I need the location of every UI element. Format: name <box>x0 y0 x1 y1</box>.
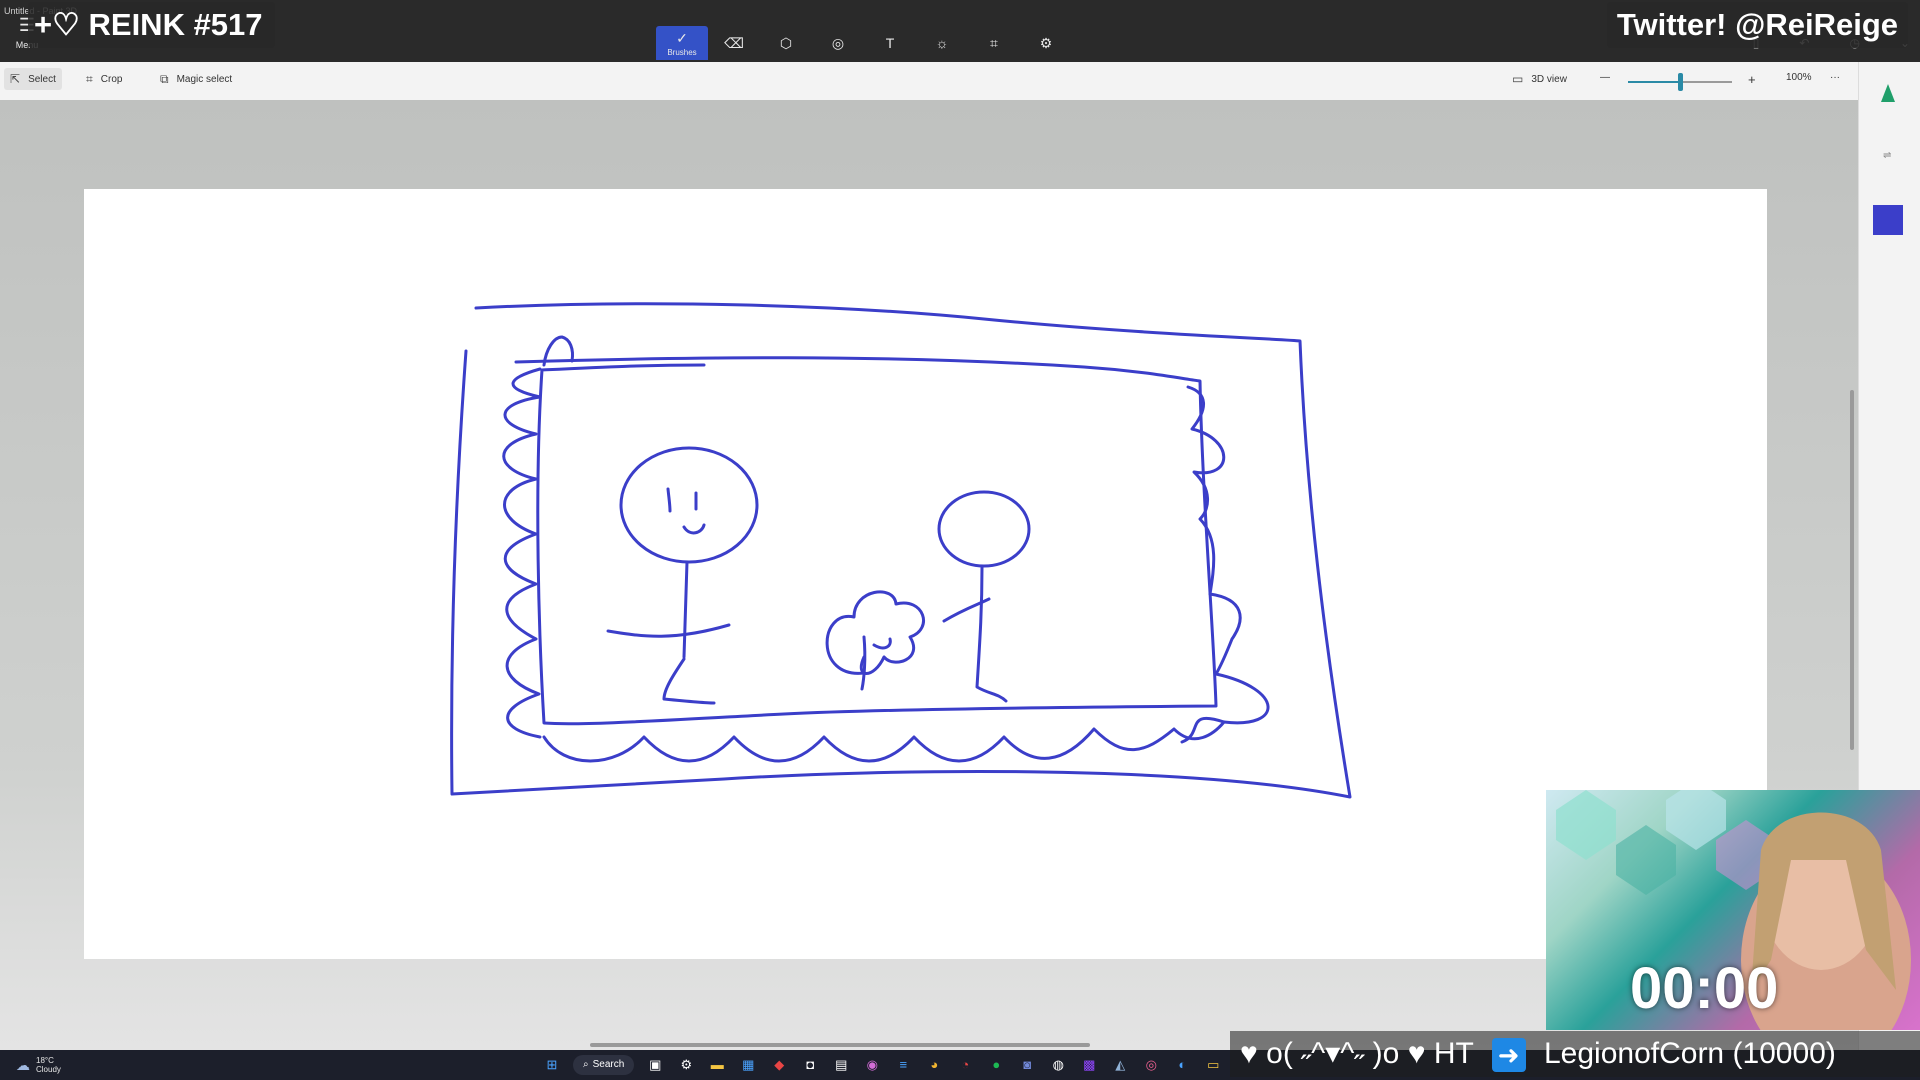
tab-stickers[interactable]: ◎ <box>812 26 864 60</box>
twitter-overlay: Twitter! @ReiReige <box>1606 2 1908 48</box>
figure-left-leg <box>662 657 716 705</box>
ticker-text: ♥ o( ˶^▾^˶ )o ♥ HT <box>1240 1037 1474 1070</box>
discord-icon[interactable]: ◙ <box>1017 1055 1037 1075</box>
taskbar-icons: ⊞ ⌕ Search ▣ ⚙ ▬ ▦ ◆ ◘ ▤ ◉ ≡ ◕ ◔ ● ◙ ◍ ▩… <box>542 1055 1223 1075</box>
select-toolbar: ⇱ Select ⌗ Crop ⧉ Magic select ▭ 3D view… <box>0 62 1858 101</box>
cloud-icon: ☁ <box>16 1056 30 1073</box>
windows-start-icon[interactable]: ⊞ <box>542 1055 562 1075</box>
3d-library-icon: ⚙ <box>1039 34 1053 51</box>
2d-shapes-icon: ⌫ <box>724 34 744 51</box>
magic-select-icon: ⧉ <box>160 72 169 86</box>
camera-icon[interactable]: ◘ <box>800 1055 820 1075</box>
tab-canvas[interactable]: ⌗ <box>968 26 1020 60</box>
cursor-icon: ⇱ <box>10 72 21 86</box>
weather-widget[interactable]: ☁ 18°C Cloudy <box>16 1056 61 1074</box>
magic-select-button[interactable]: ⧉ Magic select <box>160 72 232 87</box>
stream-timer: 00:00 <box>1630 956 1779 1021</box>
spotify-icon[interactable]: ● <box>986 1055 1006 1075</box>
settings-app-icon[interactable]: ⚙ <box>676 1055 696 1075</box>
3d-shapes-icon: ⬡ <box>779 34 793 51</box>
3d-view-icon: ▭ <box>1512 72 1524 86</box>
select-label: Select <box>28 73 56 85</box>
zoom-slider-fill <box>1628 81 1680 83</box>
zoom-in-button[interactable]: + <box>1748 72 1756 87</box>
chrome-icon[interactable]: ◕ <box>924 1055 944 1075</box>
paint3d-icon[interactable]: ◉ <box>862 1055 882 1075</box>
drawing-canvas[interactable] <box>84 189 1767 959</box>
drawing-svg <box>450 302 1352 799</box>
search-icon: ⌕ <box>583 1059 589 1070</box>
crop-icon: ⌗ <box>86 72 93 86</box>
tab-text[interactable]: T <box>864 26 916 60</box>
edge-icon[interactable]: ◐ <box>1172 1055 1192 1075</box>
magic-select-label: Magic select <box>176 74 233 85</box>
ticker-user: LegionofCorn (10000) <box>1543 1037 1836 1070</box>
figure-left-arms <box>606 623 731 638</box>
figure-left-head <box>619 446 759 564</box>
weather-text: 18°C Cloudy <box>36 1056 61 1074</box>
arrow-right-icon: ➜ <box>1491 1038 1526 1073</box>
search-label: Search <box>592 1059 625 1070</box>
weather-desc: Cloudy <box>36 1065 61 1074</box>
calculator-icon[interactable]: ▤ <box>831 1055 851 1075</box>
tool-tabs: ✓ Brushes ⌫ ⬡ ◎ T ☼ ⌗ ⚙ <box>656 26 1072 62</box>
figure-right-body <box>975 565 1008 703</box>
taskbar-search[interactable]: ⌕ Search <box>573 1055 635 1075</box>
zoom-level-label: 100% <box>1786 72 1812 83</box>
app-red-icon[interactable]: ◆ <box>769 1055 789 1075</box>
more-options-button[interactable]: ··· <box>1830 72 1840 83</box>
app-pink-icon[interactable]: ◎ <box>1141 1055 1161 1075</box>
tab-2d-shapes[interactable]: ⌫ <box>708 26 760 60</box>
figure-left-mouth <box>682 523 706 535</box>
stream-title-overlay: +♡ REINK #517 <box>28 2 275 48</box>
store-icon[interactable]: ▦ <box>738 1055 758 1075</box>
zoom-level[interactable]: 100% <box>1786 72 1812 83</box>
horizontal-scrollbar[interactable] <box>590 1043 1090 1047</box>
canvas-icon: ⌗ <box>990 34 998 51</box>
3d-view-button[interactable]: ▭ 3D view <box>1512 72 1567 86</box>
stickers-icon: ◎ <box>831 34 845 51</box>
zoom-slider-thumb[interactable] <box>1678 73 1683 91</box>
settings-icon[interactable]: ⇌ <box>1883 150 1891 161</box>
active-color-swatch[interactable] <box>1873 205 1903 235</box>
alert-ticker: ♥ o( ˶^▾^˶ )o ♥ HT ➜ LegionofCorn (10000… <box>1230 1031 1920 1077</box>
right-scallop-stroke <box>1180 385 1270 744</box>
figure-right-head <box>937 490 1031 568</box>
marker-icon[interactable] <box>1881 84 1895 102</box>
notepad-icon[interactable]: ≡ <box>893 1055 913 1075</box>
minus-icon: — <box>1600 72 1610 83</box>
weather-temp: 18°C <box>36 1056 54 1065</box>
flower-petals <box>825 590 925 675</box>
tab-effects[interactable]: ☼ <box>916 26 968 60</box>
plus-icon: + <box>1748 72 1756 87</box>
more-icon: ··· <box>1830 72 1840 83</box>
select-button[interactable]: ⇱ Select <box>4 68 62 90</box>
flower-center <box>872 637 892 650</box>
zoom-slider[interactable] <box>1628 73 1732 91</box>
vertical-scrollbar[interactable] <box>1850 390 1854 750</box>
bottom-scallop-stroke <box>542 720 1226 763</box>
tab-brushes[interactable]: ✓ Brushes <box>656 26 708 60</box>
crop-label: Crop <box>100 74 123 85</box>
folder-icon[interactable]: ▭ <box>1203 1055 1223 1075</box>
tab-label: Brushes <box>667 47 697 57</box>
text-icon: T <box>885 35 895 51</box>
tab-3d-shapes[interactable]: ⬡ <box>760 26 812 60</box>
effects-icon: ☼ <box>935 35 949 51</box>
task-view-icon[interactable]: ▣ <box>645 1055 665 1075</box>
brush-icon: ✓ <box>676 29 688 46</box>
chrome-alt-icon[interactable]: ◔ <box>955 1055 975 1075</box>
obs-icon[interactable]: ◍ <box>1048 1055 1068 1075</box>
twitch-icon[interactable]: ▩ <box>1079 1055 1099 1075</box>
3d-view-label: 3D view <box>1531 73 1567 85</box>
crop-button[interactable]: ⌗ Crop <box>86 72 122 87</box>
figure-left-eye <box>666 487 672 513</box>
tab-3d-library[interactable]: ⚙ <box>1020 26 1072 60</box>
file-explorer-icon[interactable]: ▬ <box>707 1055 727 1075</box>
figure-left-body <box>682 560 689 659</box>
left-scallop-stroke <box>502 367 542 739</box>
steam-icon[interactable]: ◭ <box>1110 1055 1130 1075</box>
zoom-out-button[interactable]: — <box>1600 72 1610 83</box>
